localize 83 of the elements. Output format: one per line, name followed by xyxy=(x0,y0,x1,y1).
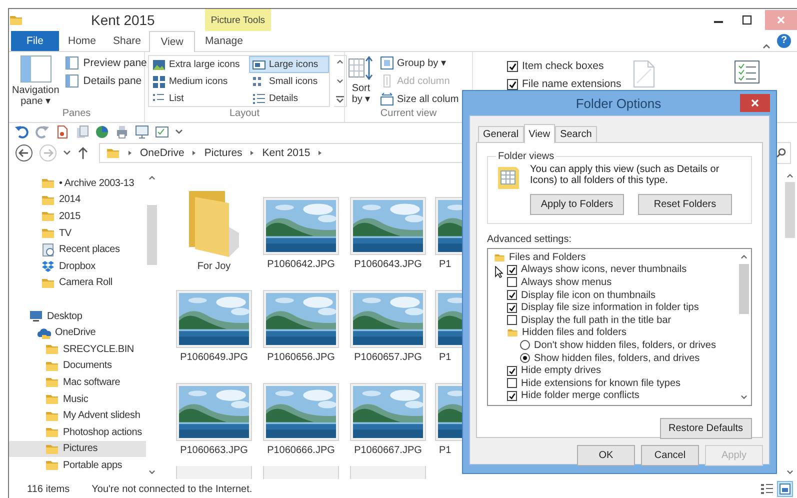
section-label: Advanced settings: xyxy=(487,234,572,245)
setting-label: Display the full path in the title bar xyxy=(521,314,672,326)
item-count: 116 items xyxy=(27,484,70,494)
dialog-button[interactable]: Apply to Folders xyxy=(530,194,624,215)
window-title: Kent 2015 xyxy=(91,12,155,28)
nav-item[interactable]: Dropbox xyxy=(9,258,146,275)
dialog-button[interactable]: Reset Folders xyxy=(638,194,732,215)
nav-item[interactable]: SRECYCLE.BIN xyxy=(9,340,146,358)
nav-item[interactable]: Mac software xyxy=(9,374,146,391)
view-command[interactable]: Size all colum xyxy=(378,91,461,107)
file-name[interactable]: P1060649.JPG xyxy=(180,352,248,366)
nav-item[interactable]: My Advent slidesh xyxy=(9,407,146,424)
nav-item[interactable]: Music xyxy=(9,390,146,408)
setting-label: Files and Folders xyxy=(509,252,586,263)
description-text: You can apply this view (such as Details or Icons) to all folders of this type. xyxy=(530,164,720,186)
ribbon-tab[interactable]: Home xyxy=(59,31,105,51)
setting-label: Don't show hidden files, folders, or drives xyxy=(534,340,716,351)
nav-item[interactable]: • Archive 2003-13 xyxy=(9,175,146,192)
setting-label: Display file icon on thumbnails xyxy=(521,290,656,301)
nav-item[interactable]: Photoshop actions xyxy=(9,424,146,440)
nav-item[interactable]: Desktop xyxy=(9,308,146,324)
nav-item[interactable]: Camera Roll xyxy=(9,274,146,292)
pane-button[interactable]: Details pane xyxy=(63,73,149,89)
layout-option[interactable]: Small icons xyxy=(249,73,329,90)
dialog-tab[interactable]: View xyxy=(524,124,556,143)
nav-item[interactable]: OneDrive xyxy=(9,324,146,341)
setting-label: Display file size information in folder tips xyxy=(521,302,699,314)
group-label: Current view xyxy=(379,108,438,121)
layout-option[interactable]: Medium icons xyxy=(149,73,249,90)
setting-label: Hidden files and folders xyxy=(522,327,627,338)
group-label: Panes xyxy=(61,108,92,121)
restore-defaults-button[interactable]: Restore Defaults xyxy=(660,418,752,439)
context-tab-label: Picture Tools xyxy=(204,9,272,31)
group-heading: Folder views xyxy=(497,151,556,162)
help-icon[interactable]: ? xyxy=(777,34,791,48)
file-name[interactable]: P1060656.JPG xyxy=(267,352,335,366)
dialog-tab[interactable]: General xyxy=(478,126,524,142)
breadcrumb[interactable]: OneDrive xyxy=(140,147,184,159)
breadcrumb[interactable]: Pictures xyxy=(204,147,242,159)
file-name[interactable]: P1 xyxy=(435,352,452,366)
checkbox-label: Item check boxes xyxy=(522,60,604,72)
checkbox-label: File name extensions xyxy=(522,78,622,90)
ribbon-tab[interactable]: File xyxy=(11,31,59,51)
layout-option[interactable]: Details xyxy=(249,90,329,107)
ribbon-tab[interactable]: Manage xyxy=(195,31,253,51)
setting-label: Always show menus xyxy=(521,276,612,288)
nav-item[interactable]: Documents xyxy=(9,358,146,374)
nav-item[interactable]: Portable apps xyxy=(9,457,146,474)
group-label: Layout xyxy=(228,108,261,121)
layout-option[interactable]: Large icons xyxy=(249,56,329,73)
nav-item[interactable]: Recent places xyxy=(9,241,146,258)
sort-by-button[interactable]: Sort by ▾ xyxy=(348,55,374,108)
breadcrumb[interactable]: Kent 2015 xyxy=(262,147,310,159)
file-name[interactable]: P1 xyxy=(435,259,452,273)
pane-button[interactable]: Preview pane xyxy=(63,55,149,71)
file-name[interactable]: P1060657.JPG xyxy=(354,352,422,366)
nav-item[interactable]: 2015 xyxy=(9,208,146,225)
nav-item[interactable]: Pictures xyxy=(9,440,146,458)
status-message: You're not connected to the Internet. xyxy=(92,484,252,494)
dialog-title: Folder Options xyxy=(574,96,662,110)
file-name[interactable]: P1060667.JPG xyxy=(354,445,422,459)
file-name[interactable]: For Joy xyxy=(197,261,231,273)
setting-label: Show hidden files, folders, and drives xyxy=(534,352,700,364)
setting-label: Always show icons, never thumbnails xyxy=(521,264,687,276)
file-name[interactable]: P1 xyxy=(435,445,452,459)
nav-item[interactable]: TV xyxy=(9,224,146,242)
file-name[interactable]: P1060666.JPG xyxy=(267,445,335,459)
file-name[interactable]: P1060663.JPG xyxy=(180,445,248,459)
dialog-tab[interactable]: Search xyxy=(555,126,597,142)
setting-label: Hide extensions for known file types xyxy=(521,378,681,389)
ribbon-tab[interactable]: Share xyxy=(105,31,149,51)
ribbon-tab[interactable]: View xyxy=(149,31,195,52)
navigation-pane-button[interactable]: Navigation pane ▾ xyxy=(12,55,60,108)
dialog-button[interactable]: Cancel xyxy=(641,445,699,466)
setting-label: Hide empty drives xyxy=(521,365,602,376)
file-name[interactable]: P1060642.JPG xyxy=(267,259,335,273)
layout-option[interactable]: List xyxy=(149,90,249,107)
layout-option[interactable]: Extra large icons xyxy=(149,56,249,73)
file-name[interactable]: P1060643.JPG xyxy=(354,259,422,273)
view-command[interactable]: Group by ▾ xyxy=(378,55,461,71)
dialog-button[interactable]: OK xyxy=(577,445,635,466)
setting-label: Hide folder merge conflicts xyxy=(521,390,640,402)
nav-item[interactable]: 2014 xyxy=(9,192,146,208)
